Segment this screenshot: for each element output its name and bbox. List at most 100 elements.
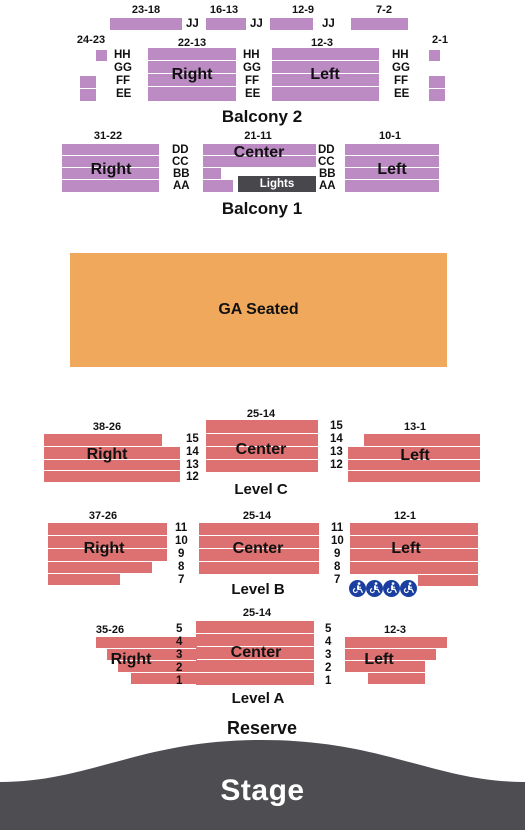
balcony1-center-row-aa[interactable] [203,180,233,192]
levelA-rownum-right-5: 5 [325,623,332,635]
balcony2-rowletter-right-ee: EE [394,88,410,100]
balcony2-left-row-hh[interactable] [272,48,379,60]
levelB-center-row-11[interactable] [199,523,319,535]
levelB-rownum-right-10: 10 [331,535,344,547]
levelA-rownum-right-3: 3 [325,649,332,661]
levelB-rownum-left-11: 11 [175,522,188,534]
levelB-rownum-right-11: 11 [331,522,344,534]
levelC-left-row-12[interactable] [348,471,480,482]
levelB-left-row-7[interactable] [418,575,478,586]
balcony2-outer-right-hh[interactable] [429,50,440,61]
levelA-center-row-2[interactable] [196,660,314,672]
levelB-rownum-right-9: 9 [334,548,341,560]
levelA-left-range: 12-3 [383,624,407,636]
balcony2-right-label: Right [171,66,213,83]
balcony2-outer-left-hh[interactable] [96,50,107,61]
balcony1-rowletter-right-cc: CC [318,156,335,168]
balcony2-rowletter-left-ff: FF [116,75,131,87]
levelC-area-label: Level C [234,481,288,498]
seating-chart: 23-18 16-13 12-9 7-2 JJ JJ JJ 24-23 2-1 … [0,0,525,830]
levelC-left-range: 13-1 [403,421,427,433]
levelC-right-range: 38-26 [92,421,122,433]
balcony2-area-label: Balcony 2 [221,107,303,126]
levelB-right-row-7[interactable] [48,574,120,585]
balcony1-right-label: Right [90,161,132,178]
balcony2-rowletter-mid-gg: GG [243,62,261,74]
balcony1-right-row-aa[interactable] [62,180,159,192]
stage-label: Stage [220,774,305,807]
reserve-area-label: Reserve [226,718,298,738]
balcony1-rowletter-left-cc: CC [172,156,189,168]
balcony2-jj-block-2[interactable] [206,18,246,30]
ga-seated-zone[interactable]: GA Seated [70,253,447,367]
levelA-area-label: Level A [231,690,285,707]
levelC-center-row-15[interactable] [206,420,318,433]
balcony2-outer-left-ee[interactable] [80,89,96,101]
levelC-center-range: 25-14 [246,408,276,420]
levelC-center-row-12[interactable] [206,460,318,472]
balcony1-left-row-aa[interactable] [345,180,439,192]
accessible-seat-icon-3[interactable] [383,580,400,597]
levelA-rownum-left-3: 3 [176,649,183,661]
levelC-rownum-left-14: 14 [186,446,199,458]
balcony2-outer-left-ff[interactable] [80,76,96,88]
levelA-left-row-2[interactable] [368,673,425,684]
balcony2-jj-letter-3: JJ [322,18,335,30]
lights-booth: Lights [238,176,316,192]
accessible-seat-icon-1[interactable] [349,580,366,597]
levelB-rownum-left-8: 8 [178,561,185,573]
levelC-rownum-right-14: 14 [330,433,343,445]
levelB-right-row-11[interactable] [48,523,167,535]
levelB-center-row-8[interactable] [199,562,319,574]
balcony2-rowletter-mid-ee: EE [245,88,261,100]
balcony2-right-row-ee[interactable] [148,87,236,101]
accessible-seat-icon-4[interactable] [400,580,417,597]
balcony1-rowletter-right-dd: DD [318,144,335,156]
levelB-right-row-8[interactable] [48,562,152,573]
levelA-center-label: Center [230,644,282,661]
levelA-right-row-2[interactable] [131,673,197,684]
levelA-right-label: Right [110,651,152,668]
levelB-rownum-right-8: 8 [334,561,341,573]
balcony1-left-label: Left [377,161,407,178]
levelB-left-row-8[interactable] [350,562,478,574]
balcony1-right-range: 31-22 [93,130,123,142]
balcony2-jj-block-3[interactable] [270,18,313,30]
balcony1-center-row-bb[interactable] [203,168,221,179]
balcony2-jj-range-4: 7-2 [376,4,392,16]
lights-label: Lights [259,178,295,190]
balcony2-left-label: Left [310,66,340,83]
balcony2-jj-range-2: 16-13 [209,4,239,16]
levelB-rownum-left-7: 7 [178,574,185,586]
balcony2-right-row-hh[interactable] [148,48,236,60]
balcony2-jj-block-4[interactable] [351,18,408,30]
levelA-right-range: 35-26 [95,624,125,636]
levelA-rownum-right-4: 4 [325,636,332,648]
levelC-right-row-12[interactable] [44,471,180,482]
balcony2-rowletter-mid-ff: FF [245,75,260,87]
balcony2-left-row-ee[interactable] [272,87,379,101]
levelB-rownum-right-7: 7 [334,574,341,586]
ga-seated-label: GA Seated [218,301,299,318]
accessible-seat-icon-2[interactable] [366,580,383,597]
levelC-left-row-15[interactable] [364,434,480,446]
levelB-center-label: Center [232,540,284,557]
levelB-left-label: Left [391,540,421,557]
balcony2-jj-block-1[interactable] [110,18,182,30]
stage-area: Stage [0,738,525,830]
balcony2-outer-right-ee[interactable] [429,89,445,101]
levelA-center-row-5[interactable] [196,621,314,633]
levelA-left-row-5[interactable] [345,637,447,648]
balcony2-outer-right-ff[interactable] [429,76,445,88]
balcony1-left-row-dd[interactable] [345,144,439,155]
levelB-left-row-11[interactable] [350,523,478,535]
levelA-center-range: 25-14 [242,607,272,619]
levelA-rownum-right-1: 1 [325,675,332,687]
balcony2-jj-range-3: 12-9 [291,4,315,16]
levelC-right-row-15[interactable] [44,434,162,446]
levelC-rownum-right-15: 15 [330,420,343,432]
levelA-center-row-1[interactable] [196,673,314,685]
levelC-rownum-right-12: 12 [330,459,343,471]
balcony1-right-row-dd[interactable] [62,144,159,155]
balcony2-outer-right-range: 2-1 [432,34,448,46]
